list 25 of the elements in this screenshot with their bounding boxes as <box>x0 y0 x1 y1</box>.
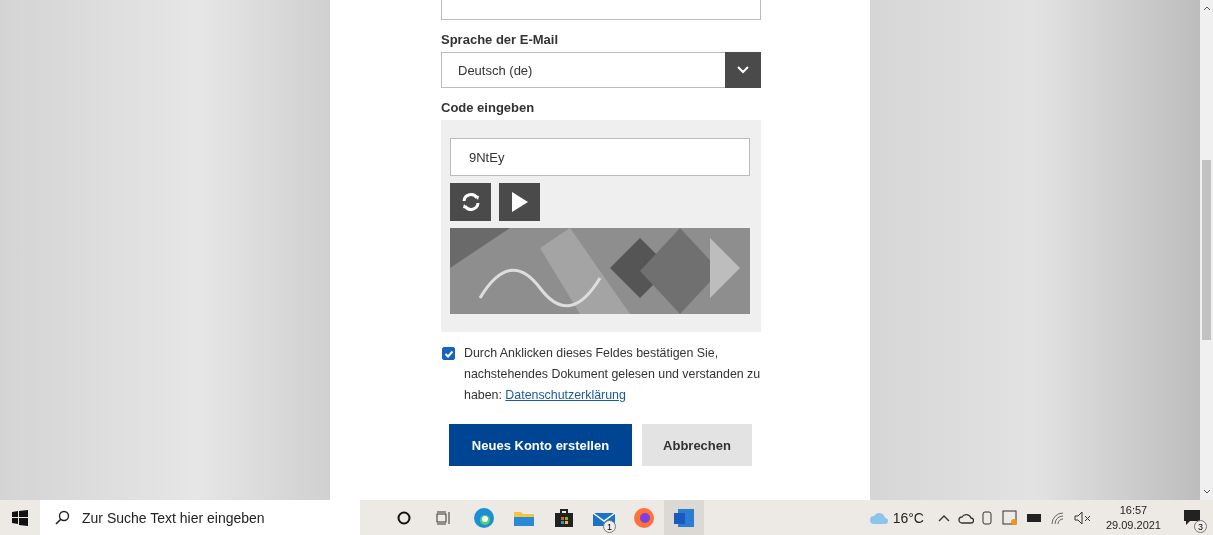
cancel-button[interactable]: Abbrechen <box>642 424 752 466</box>
email-field[interactable] <box>441 0 761 20</box>
play-icon[interactable] <box>499 183 540 221</box>
refresh-icon[interactable] <box>450 183 491 221</box>
scrollbar[interactable] <box>1200 0 1213 500</box>
scroll-up-icon[interactable] <box>1202 6 1211 11</box>
search-placeholder: Zur Suche Text hier eingeben <box>82 509 265 526</box>
field-label: Code eingeben <box>441 100 536 115</box>
taskbar-search-field[interactable]: Zur Suche Text hier eingeben <box>40 500 360 535</box>
temperature-text: 16°C <box>892 509 924 526</box>
consent-text: Durch Anklicken dieses Feldes bestätigen Sie, nachstehendes Dokument gelesen und verstanden zu haben: Datenschutzerklärung <box>464 345 761 404</box>
mail-count-badge: 1 <box>603 520 616 533</box>
consent-checkbox[interactable] <box>442 347 455 360</box>
language-dropdown[interactable]: Deutsch (de) <box>441 52 761 88</box>
privacy-policy-link[interactable]: Datenschutzerklärung <box>505 388 626 402</box>
search-icon <box>54 509 70 526</box>
code-input-field[interactable]: 9NtEy <box>450 138 750 176</box>
notification-count-badge: 3 <box>1194 520 1207 533</box>
dropdown-value: Deutsch (de) <box>457 62 534 78</box>
clock-time: 16:57 <box>1119 502 1148 518</box>
clock-date: 29.09.2021 <box>1105 517 1161 533</box>
chevron-down-icon <box>725 52 761 88</box>
create-account-button[interactable]: Neues Konto erstellen <box>449 424 632 466</box>
field-label: Sprache der E-Mail <box>441 32 560 47</box>
scroll-down-icon[interactable] <box>1202 489 1211 494</box>
